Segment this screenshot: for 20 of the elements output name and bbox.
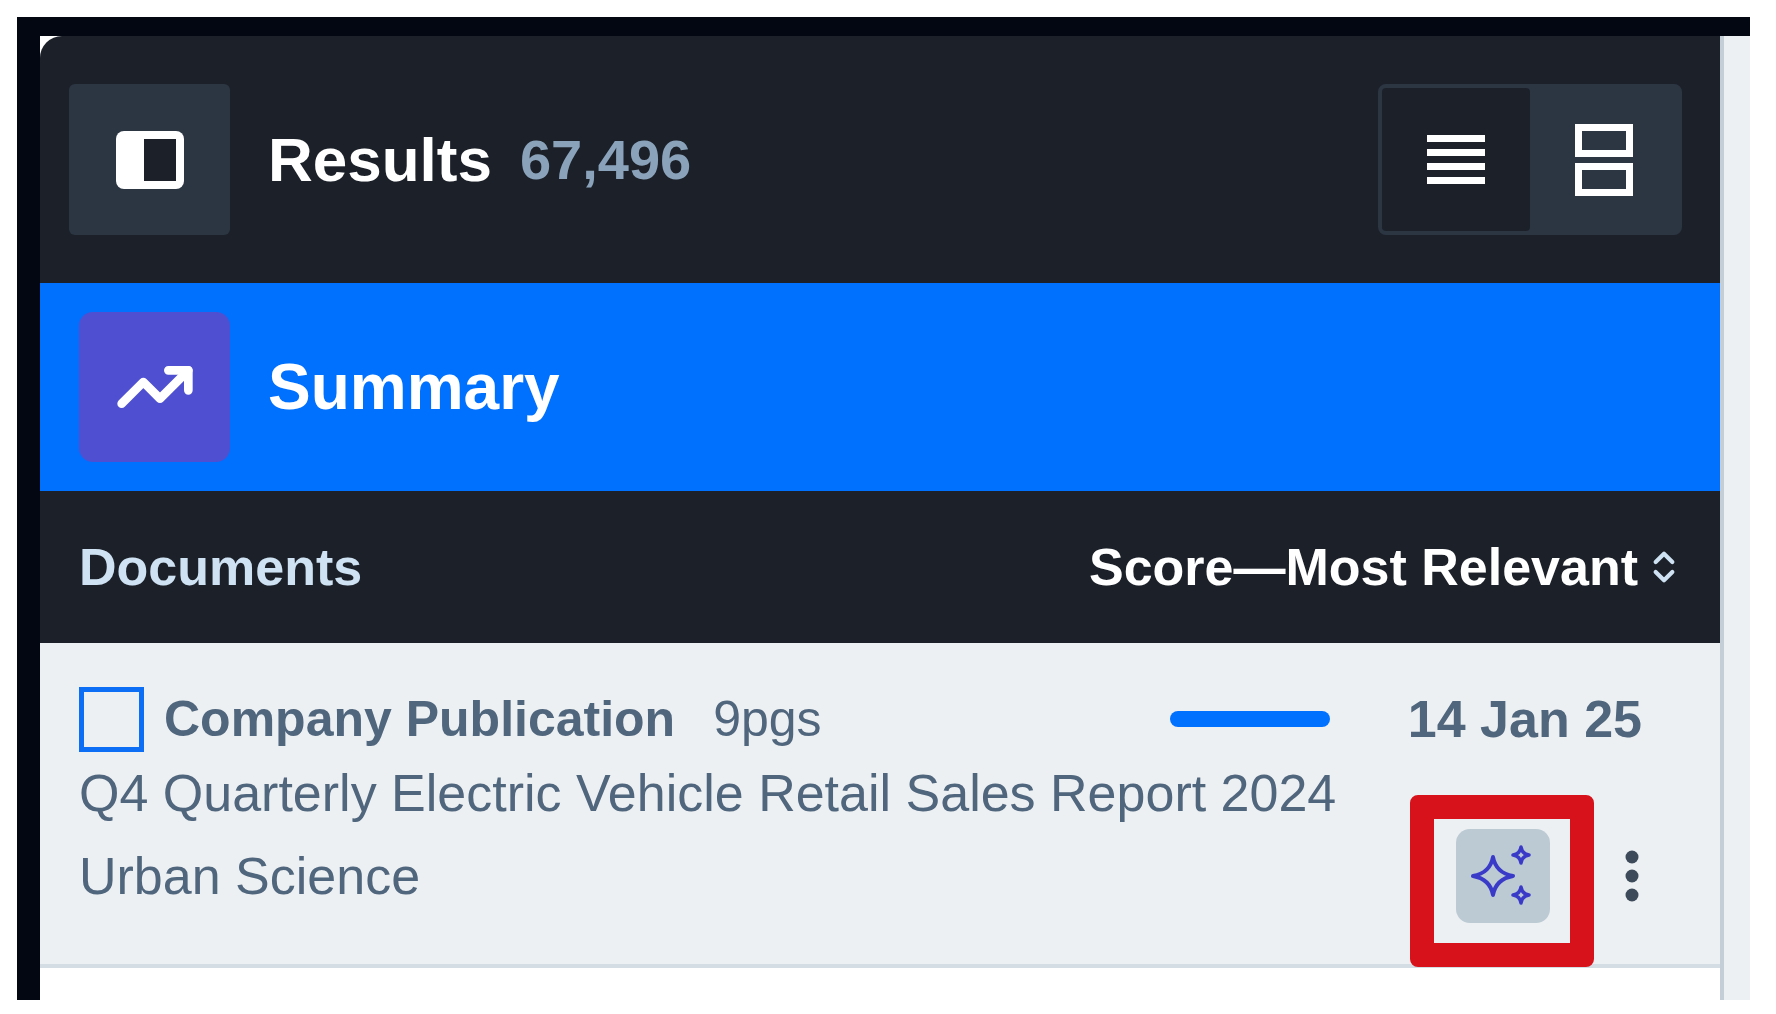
select-checkbox[interactable] xyxy=(79,686,144,752)
results-count: 67,496 xyxy=(519,126,692,193)
sort-dropdown[interactable]: Score—Most Relevant xyxy=(1088,528,1684,606)
document-date: 14 Jan 25 xyxy=(1407,689,1642,750)
summary-banner[interactable]: Summary xyxy=(40,283,1720,491)
view-option[interactable] xyxy=(1382,88,1530,231)
document-card[interactable]: Company Publication 9pgs 14 Jan 25 Q4 Quarterly Electric Vehicle Retail Sales Report 2024 Urban Science xyxy=(40,643,1720,968)
documents-label: Documents xyxy=(79,537,363,598)
document-source: Urban Science xyxy=(79,846,421,907)
document-type: Company Publication xyxy=(164,689,676,749)
summary-label: Summary xyxy=(268,350,560,425)
document-title: Q4 Quarterly Electric Vehicle Retail Sales Report 2024 xyxy=(79,763,1338,824)
list-icon xyxy=(1427,134,1485,185)
results-title: Results xyxy=(268,124,492,196)
more-vertical-icon xyxy=(1625,850,1639,902)
page-count: 9pgs xyxy=(713,689,822,749)
sidebar-toggle-button[interactable] xyxy=(69,84,230,235)
stacked-cards-icon xyxy=(1575,123,1633,196)
ai-summary-button[interactable] xyxy=(1456,829,1550,923)
sidebar-icon xyxy=(115,130,184,189)
